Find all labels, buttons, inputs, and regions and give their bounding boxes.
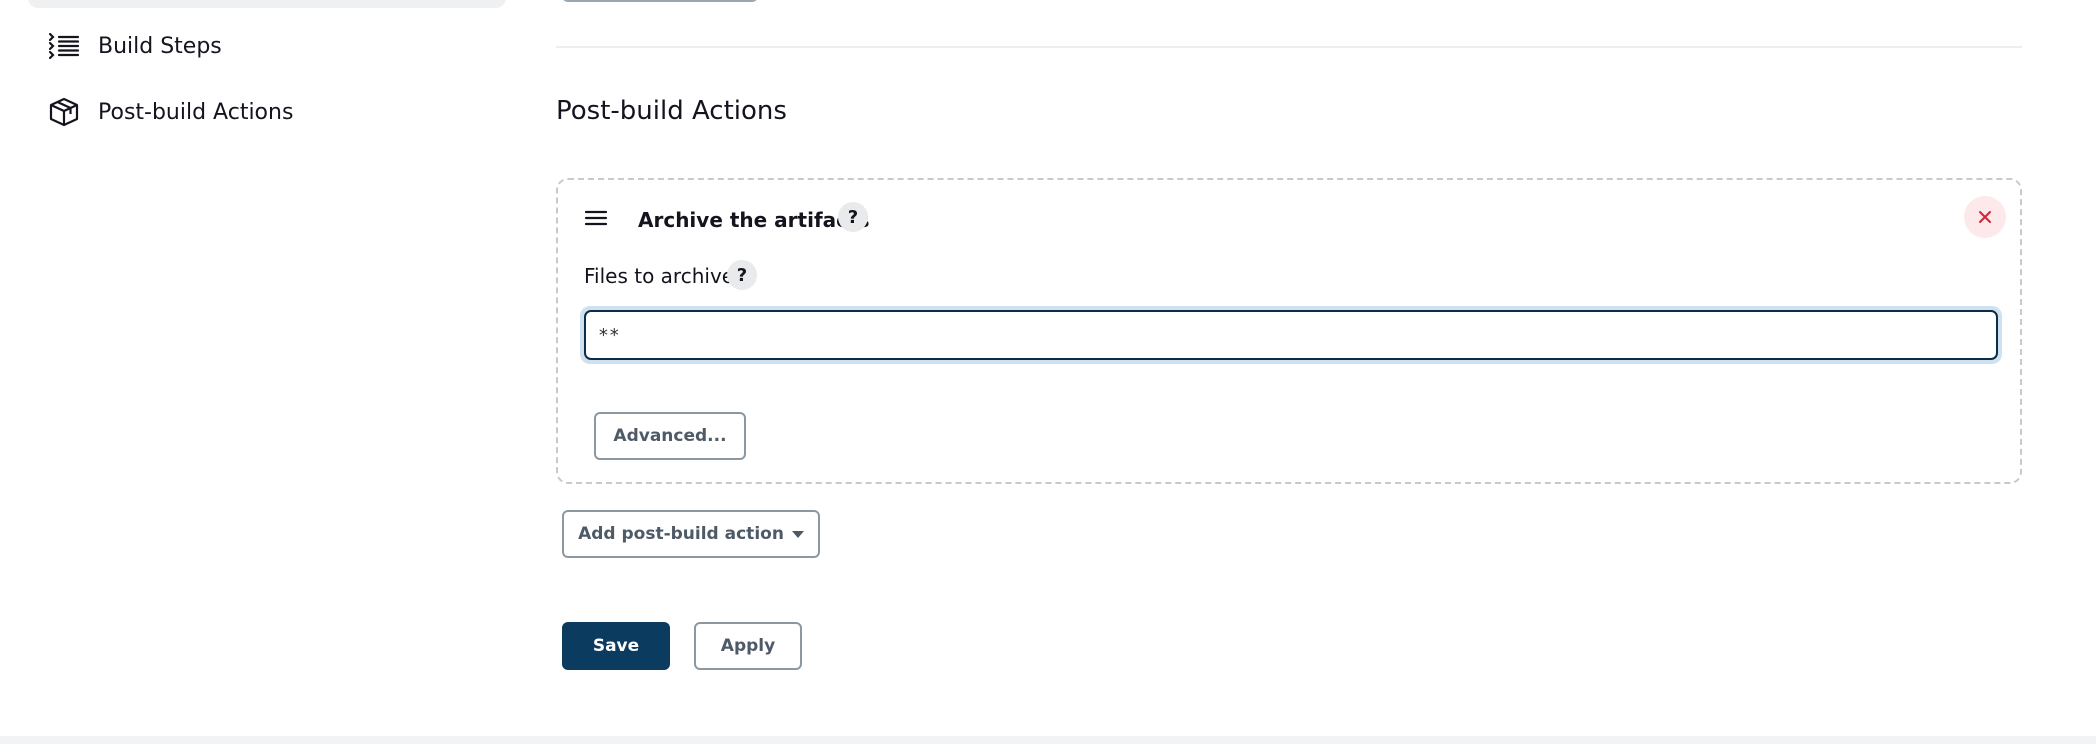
sidebar-item-build-steps[interactable]: Build Steps [44,23,504,69]
files-input-focus-ring [580,306,2002,364]
add-action-label: Add post-build action [578,524,784,544]
sidebar: Build Steps Post-build Actions [0,0,520,735]
help-icon[interactable]: ? [838,202,868,232]
footer-bar [0,736,2096,744]
section-divider [556,46,2022,48]
chevron-down-icon [791,530,804,538]
close-icon[interactable] [1964,196,2006,238]
sidebar-item-post-build-actions[interactable]: Post-build Actions [44,89,504,135]
files-to-archive-input[interactable] [584,310,1998,360]
list-steps-icon [44,26,84,66]
previous-section-button[interactable] [562,0,758,2]
add-post-build-action-button[interactable]: Add post-build action [562,510,820,558]
step-title: Archive the artifacts [638,208,870,232]
drag-handle-icon[interactable] [584,208,614,230]
files-to-archive-label: Files to archive [584,264,735,288]
save-button[interactable]: Save [562,622,670,670]
archive-artifacts-step: Archive the artifacts ? Files to archive… [556,178,2022,484]
advanced-button[interactable]: Advanced... [594,412,746,460]
sidebar-item-label: Build Steps [98,33,222,59]
apply-button[interactable]: Apply [694,622,802,670]
sidebar-item-label: Post-build Actions [98,99,294,125]
help-icon[interactable]: ? [727,260,757,290]
package-icon [44,92,84,132]
section-title: Post-build Actions [556,96,787,126]
main-content: Post-build Actions Archive the artifacts… [556,0,2024,735]
sidebar-item-previous[interactable] [28,0,506,8]
